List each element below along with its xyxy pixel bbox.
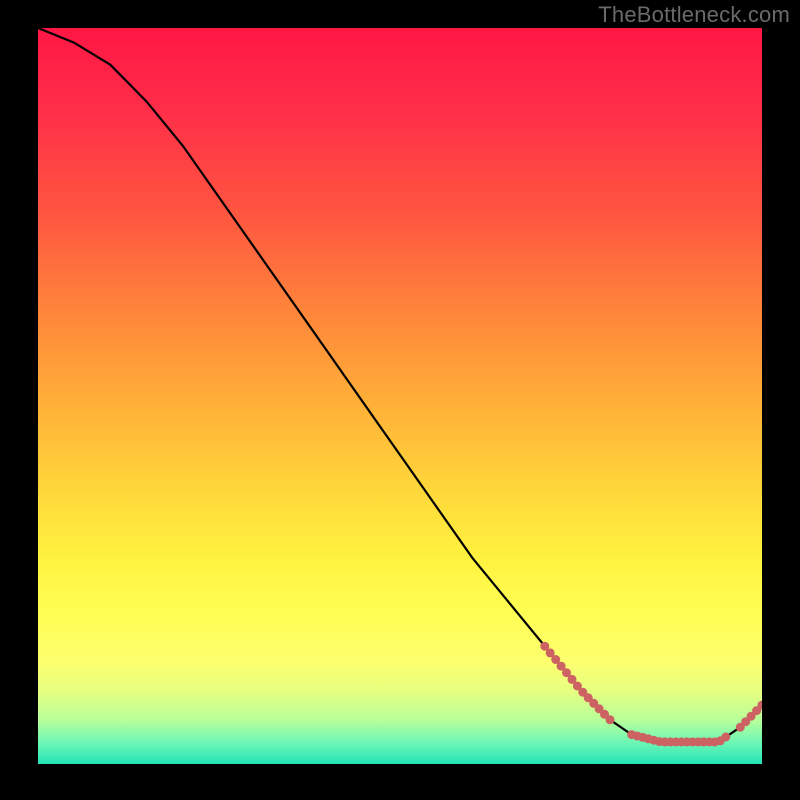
dot [606, 715, 615, 724]
chart-container: TheBottleneck.com [0, 0, 800, 800]
dotted-overlay [540, 642, 762, 747]
watermark-text: TheBottleneck.com [598, 2, 790, 28]
curve-svg [38, 28, 762, 764]
dot [721, 733, 730, 742]
plot-area [38, 28, 762, 764]
main-curve [38, 28, 762, 742]
